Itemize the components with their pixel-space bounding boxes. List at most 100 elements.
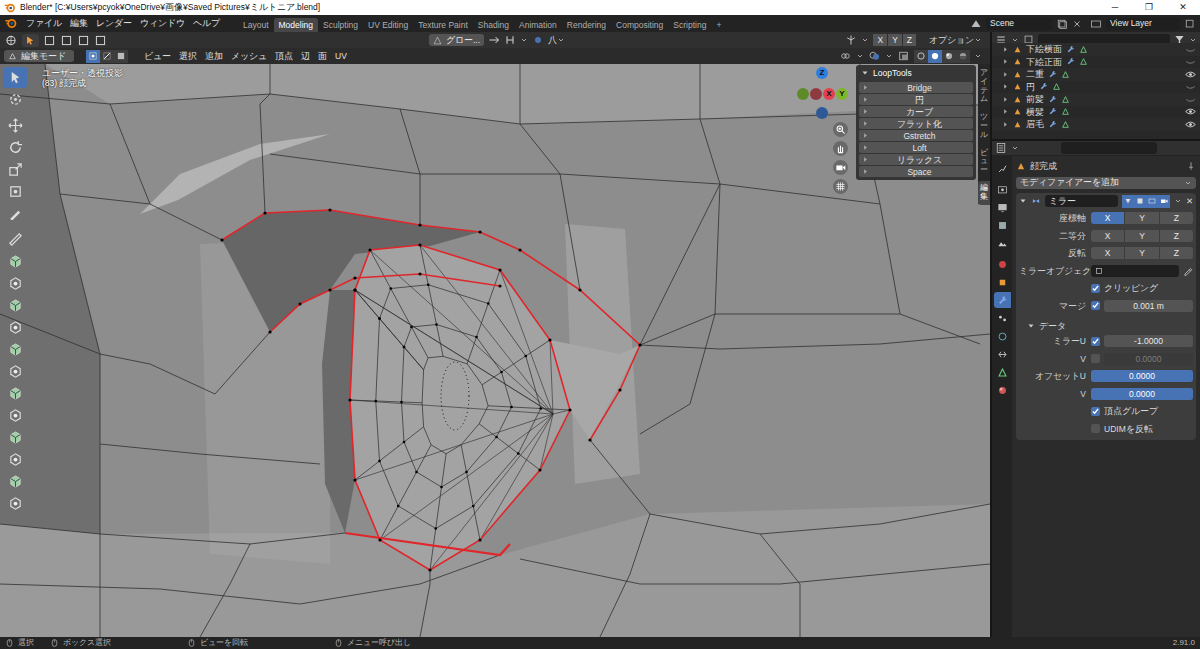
clipping-checkbox[interactable] (1091, 284, 1100, 293)
select-mode-button[interactable] (114, 50, 128, 63)
snap-dropdown-icon[interactable] (520, 36, 528, 44)
workspace-tab[interactable]: Compositing (611, 18, 668, 32)
zoom-button[interactable] (833, 122, 848, 137)
orientation-dropdown[interactable]: グロー... (429, 34, 484, 46)
looptools-item[interactable]: フラット化 (859, 118, 973, 129)
mirror-axis-button[interactable]: X (873, 34, 887, 46)
menu-item[interactable]: 編集 (66, 18, 92, 28)
looptools-item[interactable]: リラックス (859, 154, 973, 165)
modifier-name-field[interactable]: ミラー (1045, 195, 1118, 207)
mesh-symmetry-icon[interactable] (845, 34, 857, 46)
gizmo-axis[interactable]: X (823, 88, 835, 100)
looptools-item[interactable]: Space (859, 166, 973, 177)
tool-button[interactable] (3, 317, 27, 338)
tool-button[interactable] (3, 181, 27, 202)
object-tab[interactable] (994, 274, 1011, 290)
mode-dropdown[interactable]: 編集モード (4, 50, 74, 62)
sidebar-tab[interactable]: 編集 (978, 181, 990, 205)
looptools-item[interactable]: 円 (859, 94, 973, 105)
symmetry-dropdown-icon[interactable] (861, 36, 869, 44)
axis-toggle[interactable]: Y (1125, 212, 1158, 224)
visibility-icon[interactable] (1185, 69, 1196, 80)
pin-icon[interactable] (1186, 161, 1196, 171)
menu-item[interactable]: レンダー (92, 18, 136, 28)
tool-button[interactable] (3, 383, 27, 404)
menu-item[interactable]: ヘルプ (189, 18, 224, 28)
visibility-icon[interactable] (1185, 106, 1196, 117)
physics-tab[interactable] (994, 328, 1011, 344)
outliner-item[interactable]: 下絵正面 (992, 56, 1200, 69)
scene-tab[interactable] (994, 235, 1011, 251)
world-tab[interactable] (994, 256, 1011, 272)
workspace-tab[interactable]: Sculpting (318, 18, 363, 32)
gizmo-dropdown-icon[interactable] (856, 52, 864, 60)
tool-button[interactable] (3, 159, 27, 180)
tool-button[interactable] (3, 137, 27, 158)
tool-button[interactable] (3, 493, 27, 514)
tool-button[interactable] (3, 229, 27, 250)
view-layer-tab[interactable] (994, 217, 1011, 233)
scene-field[interactable]: Scene (986, 18, 1052, 30)
select-mode-button[interactable] (86, 50, 100, 63)
tool-button[interactable] (3, 67, 27, 88)
expand-arrow-icon[interactable] (1002, 83, 1009, 90)
modifier-toggle[interactable] (1122, 195, 1134, 208)
offset-v-slider[interactable]: 0.0000 (1091, 388, 1193, 400)
eyedropper-icon[interactable] (1183, 266, 1193, 276)
viewport-menu-item[interactable]: 追加 (201, 51, 227, 61)
3d-viewport[interactable]: ユーザー・透視投影(83) 顔完成ZXYLoopToolsBridge円カーブフ… (0, 64, 990, 637)
camera-button[interactable] (833, 160, 848, 175)
viewport-menu-item[interactable]: 辺 (297, 51, 314, 61)
expand-arrow-icon[interactable] (1002, 46, 1009, 53)
outliner-item[interactable]: 横髪 (992, 106, 1200, 119)
modifier-toggle[interactable] (1134, 195, 1146, 208)
gizmo-negative-axis[interactable] (810, 88, 822, 100)
visibility-icon[interactable] (1185, 94, 1196, 105)
mirror-axis-button[interactable]: Z (903, 34, 916, 46)
tool-tab[interactable] (994, 160, 1011, 176)
delete-modifier-button[interactable]: ✕ (1186, 196, 1193, 206)
select-mode-button[interactable] (100, 50, 114, 63)
tool-button[interactable] (3, 273, 27, 294)
tool-button[interactable] (3, 295, 27, 316)
expand-arrow-icon[interactable] (1002, 96, 1009, 103)
output-tab[interactable] (994, 199, 1011, 215)
data-subpanel-header[interactable]: データ (1019, 321, 1193, 331)
viewport-menu-item[interactable]: UV (331, 51, 351, 61)
merge-distance-field[interactable]: 0.001 m (1104, 300, 1193, 312)
workspace-tab[interactable]: Modeling (274, 18, 319, 32)
outliner-item[interactable]: 眉毛 (992, 118, 1200, 131)
tool-button[interactable] (3, 427, 27, 448)
view-layer-field[interactable]: View Layer (1106, 18, 1180, 30)
select-mode-icon[interactable] (43, 34, 56, 47)
looptools-header[interactable]: LoopTools (859, 67, 973, 81)
shading-mode-button[interactable] (942, 50, 956, 63)
view-layer-icon[interactable] (1090, 18, 1102, 30)
add-modifier-dropdown[interactable]: モディファイアーを追加 (1016, 177, 1196, 189)
gizmo-negative-axis[interactable] (797, 88, 809, 100)
editor-dropdown-icon[interactable] (1011, 144, 1019, 152)
modifier-menu-icon[interactable] (1174, 197, 1182, 205)
tool-button[interactable] (3, 89, 27, 110)
outliner-item[interactable]: 下絵横面 (992, 43, 1200, 56)
menu-item[interactable]: ウィンドウ (136, 18, 189, 28)
axis-toggle[interactable]: Y (1125, 247, 1158, 259)
viewport-menu-item[interactable]: 選択 (175, 51, 201, 61)
xray-icon[interactable] (897, 50, 910, 62)
looptools-item[interactable]: Bridge (859, 82, 973, 93)
axis-toggle[interactable]: X (1091, 247, 1124, 259)
workspace-tab[interactable]: Texture Paint (413, 18, 473, 32)
axis-toggle[interactable]: Z (1160, 247, 1193, 259)
modifier-tab[interactable] (994, 292, 1011, 308)
visibility-icon[interactable] (1185, 44, 1196, 55)
window-control-button[interactable]: ─ (1098, 2, 1132, 13)
expand-arrow-icon[interactable] (1002, 121, 1009, 128)
menu-item[interactable]: ファイル (22, 18, 66, 28)
axis-toggle[interactable]: X (1091, 230, 1124, 242)
tool-button[interactable] (3, 405, 27, 426)
workspace-tab[interactable]: UV Editing (363, 18, 413, 32)
modifier-toggle[interactable] (1146, 195, 1158, 208)
select-mode-icon[interactable] (60, 34, 73, 47)
tool-button[interactable] (3, 449, 27, 470)
sidebar-tab[interactable]: アイテム (978, 66, 990, 107)
